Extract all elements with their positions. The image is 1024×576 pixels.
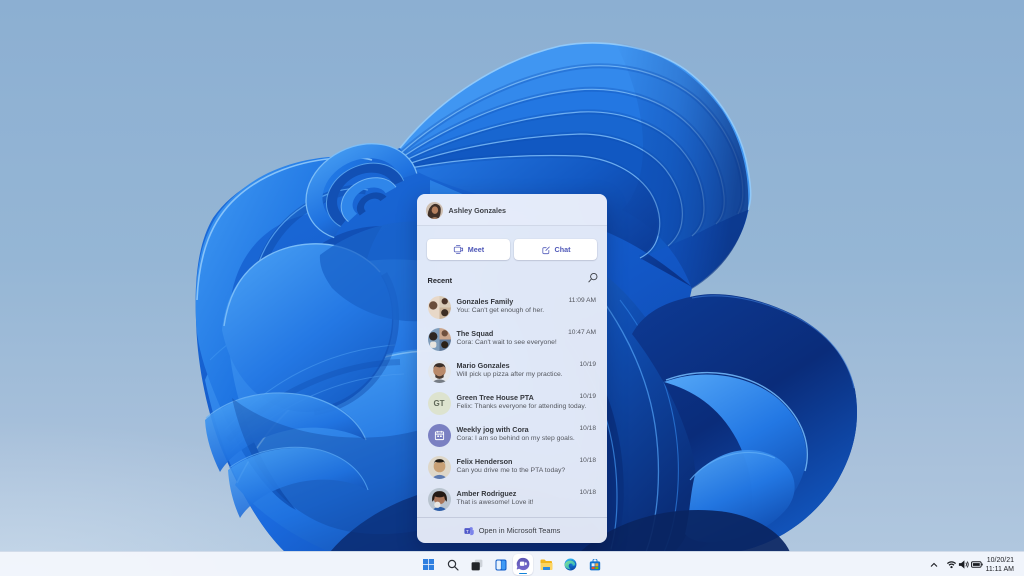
svg-text:T: T [466,528,469,533]
